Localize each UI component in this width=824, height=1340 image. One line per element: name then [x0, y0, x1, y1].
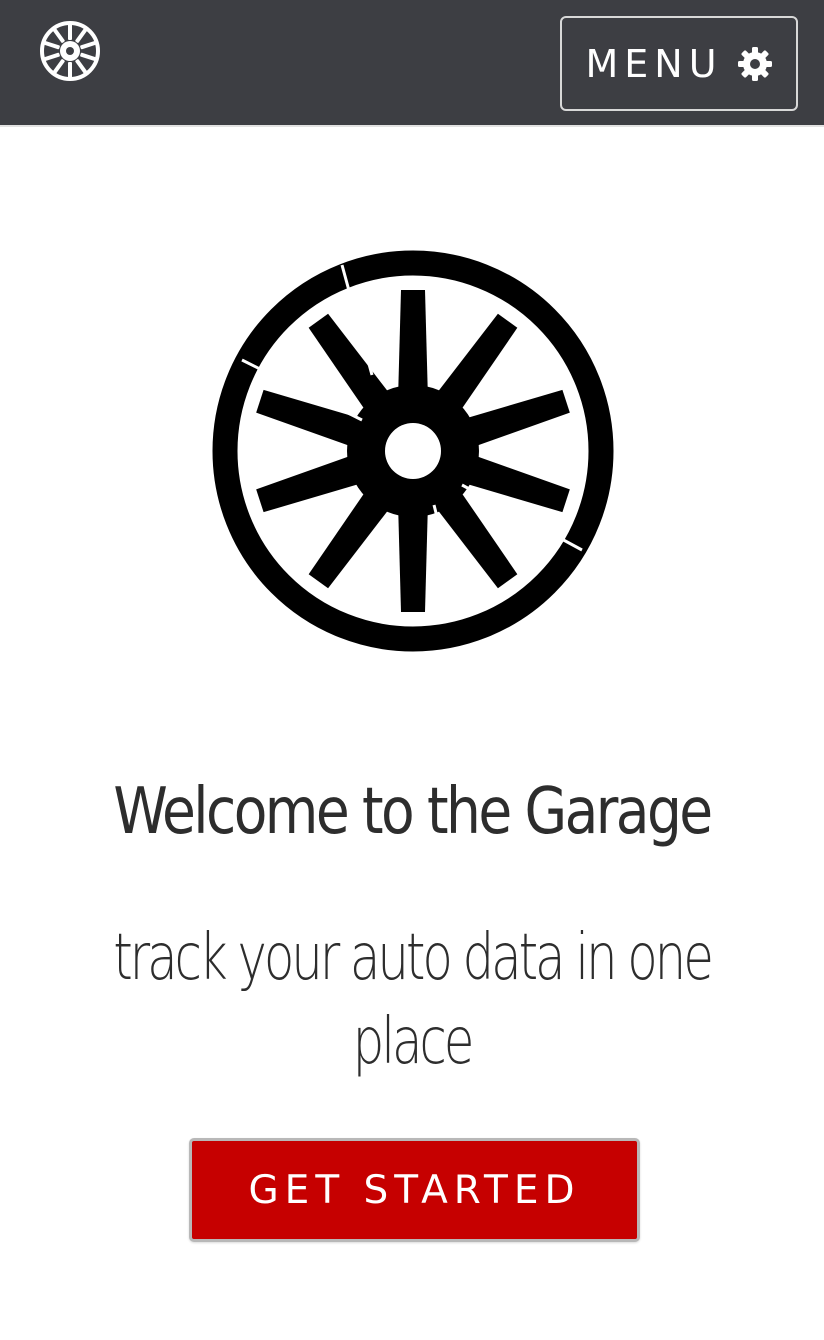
- home-logo[interactable]: [38, 19, 102, 83]
- menu-button[interactable]: MENU: [560, 16, 798, 111]
- navbar: MENU: [0, 0, 824, 127]
- get-started-button[interactable]: GET STARTED: [189, 1138, 640, 1242]
- page-subtitle: track your auto data in one place: [113, 921, 714, 1079]
- menu-button-label: MENU: [585, 41, 723, 86]
- wheel-icon: [212, 250, 614, 652]
- wheel-icon: [40, 21, 100, 81]
- gear-icon: [737, 46, 772, 81]
- page-title: Welcome to the Garage: [113, 775, 713, 849]
